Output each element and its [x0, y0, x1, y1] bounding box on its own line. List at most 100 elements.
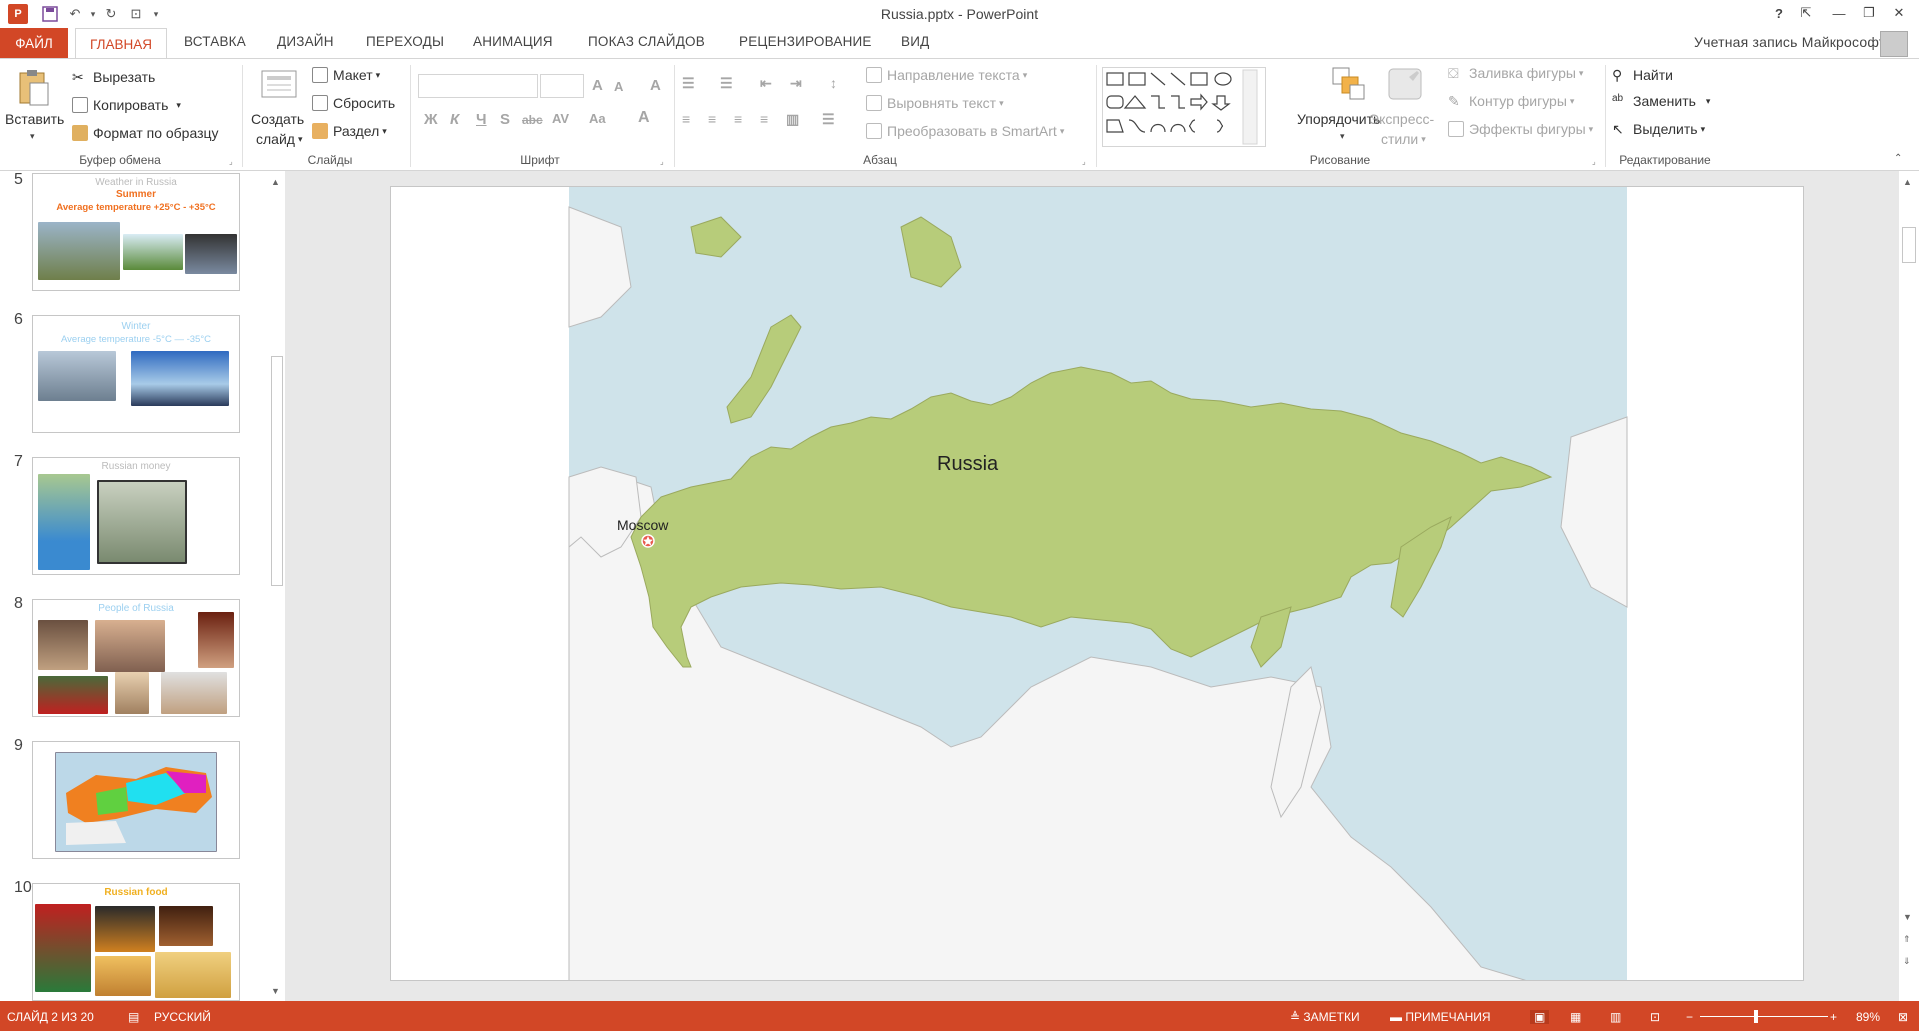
arrange-icon[interactable] [1330, 65, 1366, 101]
scrollbar-thumb[interactable] [1902, 227, 1916, 263]
slide-thumbnail-6[interactable]: Winter Average temperature -5°C — -35°C [32, 315, 240, 433]
arrange-button[interactable]: Упорядочить [1297, 111, 1380, 127]
increase-indent-icon[interactable]: ⇥ [790, 75, 802, 92]
new-slide-button-line2[interactable]: слайд ▾ [256, 131, 302, 147]
font-dialog-launcher-icon[interactable]: ⌟ [660, 157, 664, 166]
paste-dropdown-icon[interactable]: ▾ [30, 131, 35, 142]
maximize-icon[interactable]: ❐ [1855, 2, 1883, 24]
replace-button[interactable]: ab Заменить ▾ [1612, 93, 1710, 109]
zoom-out-icon[interactable]: − [1686, 1010, 1693, 1024]
line-spacing-icon[interactable]: ↕ [830, 75, 837, 91]
ribbon-display-icon[interactable]: ⇱ [1792, 2, 1820, 24]
reset-button[interactable]: Сбросить [312, 95, 395, 111]
reading-view-icon[interactable]: ▥ [1610, 1010, 1621, 1024]
shadow-icon[interactable]: S [500, 111, 510, 128]
scroll-down-icon[interactable]: ▼ [271, 986, 280, 996]
paste-icon[interactable] [14, 67, 54, 107]
new-slide-icon[interactable] [258, 65, 300, 105]
change-case-icon[interactable]: Aa [589, 111, 606, 126]
previous-slide-icon[interactable]: ⇑ [1903, 934, 1911, 945]
strikethrough-icon[interactable]: abc [522, 113, 543, 127]
shrink-font-icon[interactable]: A [614, 79, 623, 94]
tab-design[interactable]: ДИЗАЙН [277, 34, 334, 49]
tab-transitions[interactable]: ПЕРЕХОДЫ [366, 34, 444, 49]
minimize-icon[interactable]: — [1825, 2, 1853, 24]
language-indicator[interactable]: РУССКИЙ [154, 1010, 211, 1024]
slideshow-view-icon[interactable]: ⊡ [1650, 1010, 1660, 1024]
find-button[interactable]: ⚲ Найти [1612, 67, 1673, 83]
arrange-dropdown-icon[interactable]: ▾ [1340, 131, 1345, 142]
help-button[interactable]: ? [1765, 2, 1793, 24]
copy-dropdown-icon[interactable]: ▾ [176, 100, 181, 111]
cut-button[interactable]: ✂ Вырезать [72, 69, 155, 85]
bold-icon[interactable]: Ж [424, 111, 438, 128]
font-size-combo[interactable] [540, 74, 584, 98]
spell-check-icon[interactable]: ▤ [128, 1010, 139, 1024]
paragraph-dialog-launcher-icon[interactable]: ⌟ [1082, 157, 1086, 166]
slide-thumbnail-8[interactable]: People of Russia [32, 599, 240, 717]
text-box-align-icon[interactable]: ☰ [822, 111, 835, 128]
font-color-icon[interactable]: A [638, 109, 650, 127]
align-left-icon[interactable]: ≡ [682, 111, 690, 127]
underline-icon[interactable]: Ч [476, 111, 487, 128]
align-text-button[interactable]: Выровнять текст ▾ [866, 95, 1004, 111]
quick-styles-icon[interactable] [1385, 65, 1425, 105]
thumbnails-scrollbar[interactable]: ▲ ▼ [268, 171, 285, 1001]
slide-thumbnail-7[interactable]: Russian money [32, 457, 240, 575]
clear-formatting-icon[interactable]: A [650, 77, 661, 94]
scrollbar-thumb[interactable] [271, 356, 283, 586]
tab-slideshow[interactable]: ПОКАЗ СЛАЙДОВ [588, 34, 705, 49]
bullets-icon[interactable]: ☰ [682, 75, 695, 92]
smartart-button[interactable]: Преобразовать в SmartArt ▾ [866, 123, 1064, 139]
slide-sorter-icon[interactable]: ▦ [1570, 1010, 1581, 1024]
tab-insert[interactable]: ВСТАВКА [184, 34, 246, 49]
shape-effects-button[interactable]: Эффекты фигуры ▾ [1448, 121, 1593, 137]
tab-file[interactable]: ФАЙЛ [0, 28, 68, 58]
fit-slide-icon[interactable]: ⊠ [1898, 1010, 1908, 1024]
slide-canvas[interactable]: Russia Moscow [390, 186, 1804, 981]
font-name-combo[interactable] [418, 74, 538, 98]
grow-font-icon[interactable]: A [592, 77, 603, 94]
scroll-up-icon[interactable]: ▲ [1903, 177, 1912, 187]
account-name[interactable]: Учетная запись Майкрософт [1694, 34, 1885, 50]
align-right-icon[interactable]: ≡ [734, 111, 742, 127]
paste-button[interactable]: Вставить [5, 111, 64, 127]
close-icon[interactable]: ✕ [1885, 2, 1913, 24]
tab-animations[interactable]: АНИМАЦИЯ [473, 34, 553, 49]
next-slide-icon[interactable]: ⇓ [1903, 956, 1911, 967]
zoom-slider-thumb[interactable] [1754, 1010, 1759, 1023]
align-center-icon[interactable]: ≡ [708, 111, 716, 127]
justify-icon[interactable]: ≡ [760, 111, 768, 127]
collapse-ribbon-icon[interactable]: ⌃ [1894, 153, 1902, 164]
numbering-icon[interactable]: ☰ [720, 75, 733, 92]
normal-view-icon[interactable]: ▣ [1530, 1010, 1550, 1024]
layout-button[interactable]: Макет ▾ [312, 67, 380, 83]
notes-button[interactable]: ≜ ЗАМЕТКИ [1290, 1010, 1360, 1024]
drawing-dialog-launcher-icon[interactable]: ⌟ [1592, 157, 1596, 166]
copy-button[interactable]: Копировать ▾ [72, 97, 181, 113]
columns-icon[interactable]: ▥ [786, 111, 799, 128]
scroll-down-icon[interactable]: ▼ [1903, 912, 1912, 922]
decrease-indent-icon[interactable]: ⇤ [760, 75, 772, 92]
zoom-slider[interactable] [1700, 1016, 1828, 1017]
shapes-gallery[interactable] [1102, 67, 1266, 147]
main-scrollbar[interactable]: ▲ ▼ ⇑ ⇓ [1899, 171, 1919, 1001]
shape-fill-button[interactable]: ⛋ Заливка фигуры ▾ [1448, 65, 1583, 81]
slide-thumbnail-10[interactable]: Russian food [32, 883, 240, 1001]
text-direction-button[interactable]: Направление текста ▾ [866, 67, 1027, 83]
tab-home[interactable]: ГЛАВНАЯ [75, 28, 167, 59]
dialog-launcher-icon[interactable]: ⌟ [229, 157, 233, 166]
avatar[interactable] [1880, 31, 1908, 57]
scroll-up-icon[interactable]: ▲ [271, 177, 280, 187]
format-painter-button[interactable]: Формат по образцу [72, 125, 219, 141]
slide-thumbnails-panel[interactable]: 5 Weather in Russia Summer Average tempe… [0, 171, 285, 1001]
quick-styles-button[interactable]: Экспресс- [1369, 111, 1434, 127]
zoom-in-icon[interactable]: + [1830, 1010, 1837, 1024]
spacing-icon[interactable]: AV [552, 111, 569, 126]
slide-thumbnail-9[interactable] [32, 741, 240, 859]
shape-outline-button[interactable]: ✎ Контур фигуры ▾ [1448, 93, 1574, 109]
zoom-level[interactable]: 89% [1856, 1010, 1880, 1024]
italic-icon[interactable]: К [450, 111, 459, 128]
section-button[interactable]: Раздел ▾ [312, 123, 387, 139]
new-slide-button[interactable]: Создать [251, 111, 304, 127]
